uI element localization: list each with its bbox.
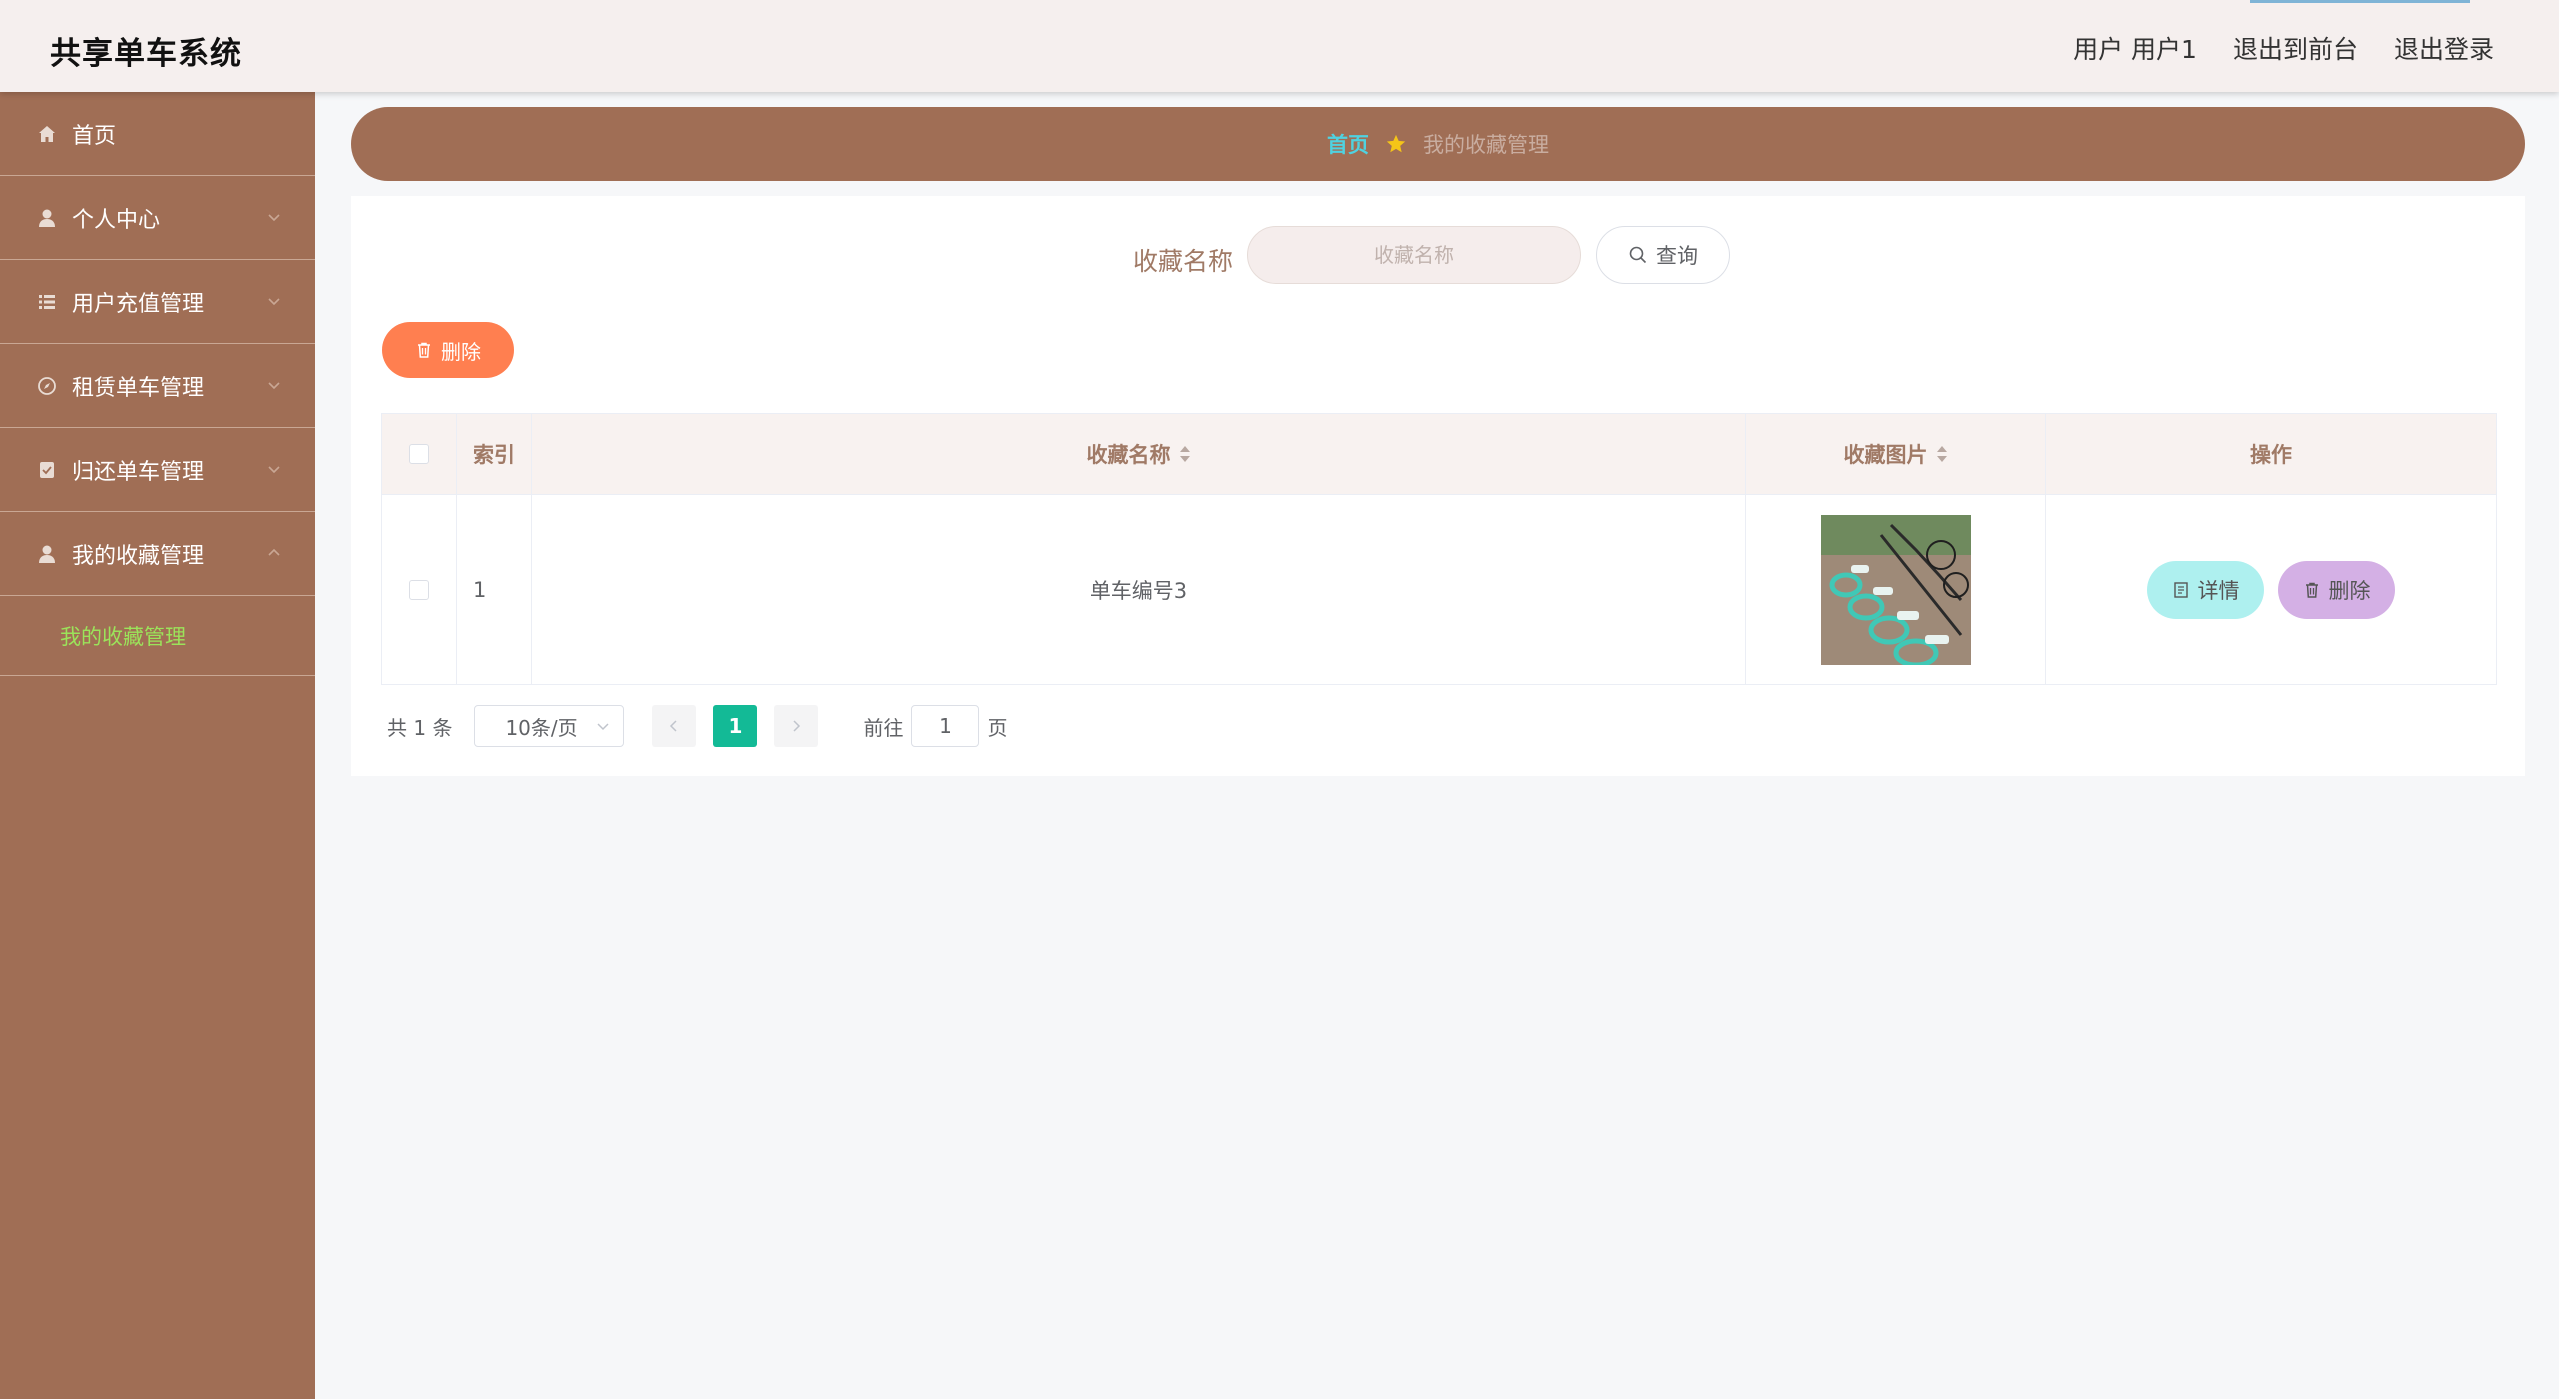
header-operations: 操作 bbox=[2250, 443, 2292, 467]
detail-button[interactable]: 详情 bbox=[2147, 560, 2264, 619]
goto-label: 前往 bbox=[863, 715, 904, 740]
query-button-label: 查询 bbox=[1656, 244, 1698, 268]
sidebar-item-label: 个人中心 bbox=[72, 207, 161, 233]
header-favorite-name[interactable]: 收藏名称 bbox=[532, 414, 1746, 494]
favorites-table: 索引 收藏名称 收藏图片 操作 1 单车编号3 详情 删除 bbox=[381, 413, 2497, 685]
row-select-cell bbox=[382, 495, 457, 684]
next-page-button[interactable] bbox=[774, 705, 819, 747]
breadcrumb: 首页 我的收藏管理 bbox=[351, 107, 2525, 181]
header-index: 索引 bbox=[457, 414, 532, 494]
chevron-down-icon bbox=[597, 723, 609, 731]
chevron-left-icon bbox=[670, 720, 677, 732]
prev-page-button[interactable] bbox=[652, 705, 697, 747]
chevron-up-icon bbox=[268, 548, 280, 556]
bicycle-photo[interactable] bbox=[1820, 514, 1971, 665]
row-delete-label: 删除 bbox=[2328, 578, 2371, 603]
row-favorite-image bbox=[1746, 495, 2046, 684]
page-number-active[interactable]: 1 bbox=[713, 705, 758, 747]
chevron-down-icon bbox=[268, 298, 280, 306]
checklist-icon bbox=[36, 459, 58, 481]
row-checkbox[interactable] bbox=[409, 579, 429, 600]
sidebar-item-label: 用户充值管理 bbox=[72, 291, 205, 317]
page-size-value: 10条/页 bbox=[505, 715, 578, 740]
trash-icon bbox=[418, 342, 430, 358]
sidebar: 首页 个人中心 用户充值管理 租赁单车管理 归还单车管理 我的收藏管理 我的收藏… bbox=[0, 92, 315, 1399]
breadcrumb-current: 我的收藏管理 bbox=[1423, 133, 1549, 157]
compass-icon bbox=[36, 375, 58, 397]
row-delete-button[interactable]: 删除 bbox=[2278, 560, 2395, 619]
sidebar-item-favorites[interactable]: 我的收藏管理 bbox=[0, 512, 315, 596]
list-icon bbox=[36, 291, 58, 313]
star-icon bbox=[1386, 134, 1406, 153]
query-button[interactable]: 查询 bbox=[1596, 226, 1730, 284]
sidebar-item-label: 租赁单车管理 bbox=[72, 375, 205, 401]
detail-button-label: 详情 bbox=[2197, 578, 2240, 603]
select-all-checkbox[interactable] bbox=[409, 444, 429, 464]
header-accent-line bbox=[2250, 0, 2470, 3]
home-icon bbox=[36, 123, 58, 145]
goto-page-input[interactable] bbox=[911, 705, 980, 747]
sidebar-item-label: 归还单车管理 bbox=[72, 459, 205, 485]
sidebar-item-home[interactable]: 首页 bbox=[0, 92, 315, 176]
trash-icon bbox=[2305, 582, 2318, 598]
content-panel: 收藏名称 查询 删除 索引 收藏名称 收藏图片 bbox=[351, 196, 2525, 776]
search-bar: 收藏名称 查询 bbox=[351, 226, 2525, 286]
submenu-item-my-favorites[interactable]: 我的收藏管理 bbox=[0, 596, 315, 676]
logout-link[interactable]: 退出登录 bbox=[2394, 30, 2494, 66]
user-icon bbox=[36, 207, 58, 229]
sort-icon[interactable] bbox=[1936, 444, 1948, 464]
row-operations: 详情 删除 bbox=[2046, 495, 2496, 684]
table-row: 1 单车编号3 详情 删除 bbox=[382, 494, 2496, 684]
favorite-name-search-input[interactable] bbox=[1247, 226, 1581, 284]
chevron-right-icon bbox=[793, 720, 801, 732]
sidebar-item-label: 首页 bbox=[72, 123, 117, 149]
page-size-select[interactable]: 10条/页 bbox=[474, 705, 625, 747]
header-actions: 用户 用户1 退出到前台 退出登录 bbox=[2073, 30, 2494, 66]
page-suffix: 页 bbox=[987, 715, 1008, 740]
sidebar-item-profile[interactable]: 个人中心 bbox=[0, 176, 315, 260]
search-label: 收藏名称 bbox=[1133, 247, 1234, 276]
user-icon bbox=[36, 543, 58, 565]
app-title: 共享单车系统 bbox=[50, 36, 242, 72]
table-header-row: 索引 收藏名称 收藏图片 操作 bbox=[382, 414, 2496, 494]
batch-delete-button[interactable]: 删除 bbox=[382, 322, 514, 378]
chevron-down-icon bbox=[268, 214, 280, 222]
document-icon bbox=[2173, 581, 2188, 598]
submenu-item-label: 我的收藏管理 bbox=[60, 624, 186, 649]
exit-to-front-link[interactable]: 退出到前台 bbox=[2233, 30, 2358, 66]
batch-delete-label: 删除 bbox=[441, 339, 481, 364]
chevron-down-icon bbox=[268, 382, 280, 390]
breadcrumb-home-link[interactable]: 首页 bbox=[1327, 129, 1369, 159]
pagination-total: 共 1 条 bbox=[387, 715, 453, 740]
sidebar-item-return[interactable]: 归还单车管理 bbox=[0, 428, 315, 512]
sidebar-item-label: 我的收藏管理 bbox=[72, 543, 205, 569]
row-index: 1 bbox=[457, 495, 532, 684]
current-user-label: 用户 用户1 bbox=[2073, 35, 2197, 64]
sidebar-item-rent[interactable]: 租赁单车管理 bbox=[0, 344, 315, 428]
pagination: 共 1 条 10条/页 1 前往 页 bbox=[387, 704, 1007, 748]
chevron-down-icon bbox=[268, 466, 280, 474]
row-favorite-name: 单车编号3 bbox=[532, 495, 1746, 684]
header-select-all-cell bbox=[382, 414, 457, 494]
top-header: 共享单车系统 用户 用户1 退出到前台 退出登录 bbox=[0, 0, 2559, 92]
sidebar-item-recharge[interactable]: 用户充值管理 bbox=[0, 260, 315, 344]
sort-icon[interactable] bbox=[1179, 444, 1191, 464]
search-icon bbox=[1629, 246, 1647, 264]
header-favorite-image[interactable]: 收藏图片 bbox=[1746, 414, 2046, 494]
